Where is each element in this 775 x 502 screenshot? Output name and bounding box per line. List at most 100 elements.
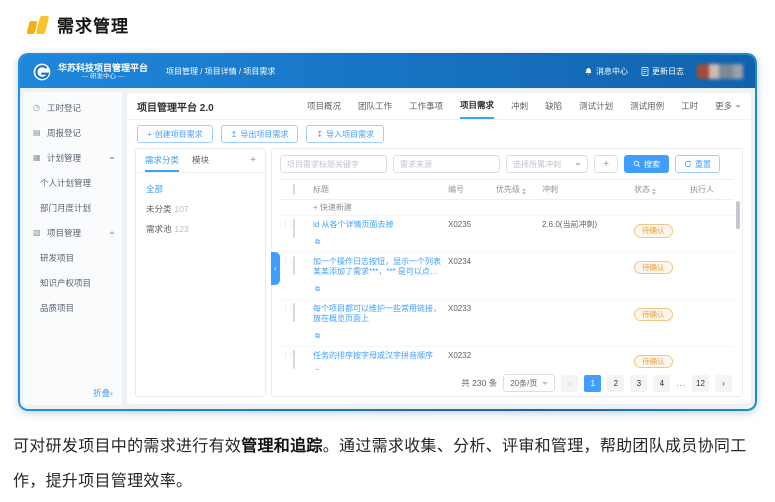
status-badge: 待确认: [634, 308, 673, 322]
page-button-2[interactable]: 2: [607, 375, 624, 392]
tab-sprint[interactable]: 冲刺: [511, 93, 528, 119]
requirement-link[interactable]: 每个项目都可以维护一些常用链接，放在概览页面上: [313, 304, 443, 325]
next-page-button[interactable]: ›: [715, 375, 732, 392]
tab-project-overview[interactable]: 项目概况: [307, 93, 341, 119]
external-link-icon[interactable]: ⧉: [315, 239, 320, 246]
sidebar-item-label: 研发项目: [40, 252, 74, 264]
page-size-select[interactable]: 20条/页: [503, 374, 555, 392]
tab-more[interactable]: 更多: [715, 93, 741, 119]
document-icon: [641, 67, 649, 76]
sidebar-group-plan-management[interactable]: ▦ 计划管理: [23, 145, 122, 170]
sidebar-item-weekly-report[interactable]: ▤ 周报登记: [23, 120, 122, 145]
sidebar-group-project-management[interactable]: ▧ 项目管理: [23, 220, 122, 245]
sidebar-item-timesheet[interactable]: ◷ 工时登记: [23, 95, 122, 120]
requirement-link[interactable]: id 从各个详情页面去掉: [313, 220, 443, 231]
sidebar-item-label: 计划管理: [47, 152, 81, 164]
pagination-total: 共 230 条: [461, 377, 497, 389]
category-item-pool[interactable]: 需求池123: [146, 219, 255, 239]
requirements-panel: ‹ 选择所属冲刺 +: [271, 148, 743, 397]
requirement-code: X0234: [448, 257, 496, 268]
row-checkbox[interactable]: [293, 219, 295, 238]
user-avatar[interactable]: [697, 64, 743, 79]
title-keyword-input[interactable]: [280, 155, 387, 173]
drag-handle-icon[interactable]: ⋮⋮: [280, 220, 293, 230]
breadcrumb[interactable]: 项目管理 / 项目详情 / 项目需求: [166, 66, 275, 77]
category-item-all[interactable]: 全部: [146, 179, 255, 199]
sort-icon[interactable]: [652, 188, 656, 195]
app-topbar: 华苏科技项目管理平台 — 研发中心 — 项目管理 / 项目详情 / 项目需求 消…: [20, 55, 755, 88]
tab-project-requirements[interactable]: 项目需求: [460, 93, 494, 119]
sidebar-item-ip-project[interactable]: 知识产权项目: [23, 270, 122, 295]
add-category-button[interactable]: +: [250, 155, 256, 166]
status-badge: 待确认: [634, 224, 673, 238]
brand-title: 华苏科技项目管理平台: [58, 63, 148, 73]
select-all-checkbox[interactable]: [293, 184, 295, 195]
sidebar-item-label: 品质项目: [40, 302, 74, 314]
vertical-scrollbar[interactable]: [736, 201, 740, 229]
description-text: 可对研发项目中的需求进行有效: [13, 438, 241, 455]
sort-icon[interactable]: [522, 188, 526, 195]
requirements-toolbar: + 创建项目需求 ↥ 导出项目需求 ↧ 导入项目需求: [127, 120, 751, 148]
tab-module[interactable]: 模块: [192, 149, 209, 172]
tab-test-plan[interactable]: 测试计划: [579, 93, 613, 119]
message-center-link[interactable]: 消息中心: [584, 66, 628, 77]
chevron-down-icon: [575, 163, 581, 166]
drag-handle-icon[interactable]: ⋮⋮: [280, 351, 293, 361]
tab-defects[interactable]: 缺陷: [545, 93, 562, 119]
tab-test-cases[interactable]: 测试用例: [630, 93, 664, 119]
search-button[interactable]: 搜索: [624, 155, 669, 173]
requirement-code: X0232: [448, 351, 496, 362]
tab-team-work[interactable]: 团队工作: [358, 93, 392, 119]
drag-handle-icon[interactable]: ⋮⋮: [280, 304, 293, 314]
drag-handle-icon[interactable]: ⋮⋮: [280, 257, 293, 267]
import-requirements-button[interactable]: ↧ 导入项目需求: [306, 125, 384, 143]
row-checkbox[interactable]: [293, 303, 295, 322]
reset-button[interactable]: 重置: [675, 155, 720, 173]
requirement-link[interactable]: 加一个操作日志按钮，显示一个列表某某添加了需求***，*** 是可以点击打开的链…: [313, 257, 443, 278]
sidebar-item-dept-monthly-plan[interactable]: 部门月度计划: [23, 195, 122, 220]
sidebar-item-personal-plan[interactable]: 个人计划管理: [23, 170, 122, 195]
description-bold-text: 管理和追踪: [241, 438, 323, 455]
tab-requirement-category[interactable]: 需求分类: [145, 149, 179, 172]
tab-work-items[interactable]: 工作事项: [409, 93, 443, 119]
brand-block: 华苏科技项目管理平台 — 研发中心 —: [58, 63, 148, 81]
export-requirements-button[interactable]: ↥ 导出项目需求: [221, 125, 299, 143]
status-badge: 待确认: [634, 261, 673, 275]
create-requirement-button[interactable]: + 创建项目需求: [137, 125, 213, 143]
calendar-icon: ▦: [33, 153, 42, 162]
sidebar-item-rd-project[interactable]: 研发项目: [23, 245, 122, 270]
requirement-sprint: 2.6.0(当前冲刺): [542, 220, 634, 231]
category-panel: 需求分类 模块 + 全部 未分类107 需求池: [135, 148, 266, 397]
prev-page-button[interactable]: ‹: [561, 375, 578, 392]
row-checkbox[interactable]: [293, 350, 295, 369]
brand-subtitle: — 研发中心 —: [58, 73, 148, 80]
page-button-4[interactable]: 4: [653, 375, 670, 392]
page-button-12[interactable]: 12: [692, 375, 709, 392]
requirement-link[interactable]: 任务的排序按字母或汉字拼音顺序: [313, 351, 443, 362]
column-sprint: 冲刺: [542, 184, 634, 195]
external-link-icon[interactable]: ⧉: [315, 286, 320, 293]
page-ellipsis[interactable]: ...: [676, 379, 686, 388]
chevron-up-icon: [109, 231, 115, 234]
source-input[interactable]: [393, 155, 500, 173]
sidebar-item-quality-project[interactable]: 品质项目: [23, 295, 122, 320]
sprint-select[interactable]: 选择所属冲刺: [506, 155, 588, 173]
changelog-link[interactable]: 更新日志: [641, 66, 684, 77]
requirements-table: 标题 编号 优先级 冲刺 状态 执行人 + 快速新建 ⋮⋮: [280, 179, 734, 370]
category-item-uncategorized[interactable]: 未分类107: [146, 199, 255, 219]
page-button-3[interactable]: 3: [630, 375, 647, 392]
page-button-1[interactable]: 1: [584, 375, 601, 392]
tab-work-hours[interactable]: 工时: [681, 93, 698, 119]
external-link-icon[interactable]: ⧉: [315, 333, 320, 340]
panel-collapse-handle[interactable]: ‹: [271, 252, 280, 285]
chevron-up-icon: [109, 156, 115, 159]
project-title: 项目管理平台 2.0: [137, 99, 307, 114]
quick-create-button[interactable]: + 快速新建: [280, 200, 734, 216]
main-card: 项目管理平台 2.0 项目概况 团队工作 工作事项 项目需求 冲刺 缺陷 测试计…: [126, 92, 752, 405]
row-checkbox[interactable]: [293, 256, 295, 275]
more-filters-button[interactable]: +: [594, 155, 618, 173]
heading-leaf-icon: [28, 16, 47, 34]
sidebar-collapse-button[interactable]: 折叠‹: [93, 387, 113, 399]
page-heading: 需求管理: [28, 12, 129, 37]
clock-icon: ◷: [33, 103, 42, 112]
